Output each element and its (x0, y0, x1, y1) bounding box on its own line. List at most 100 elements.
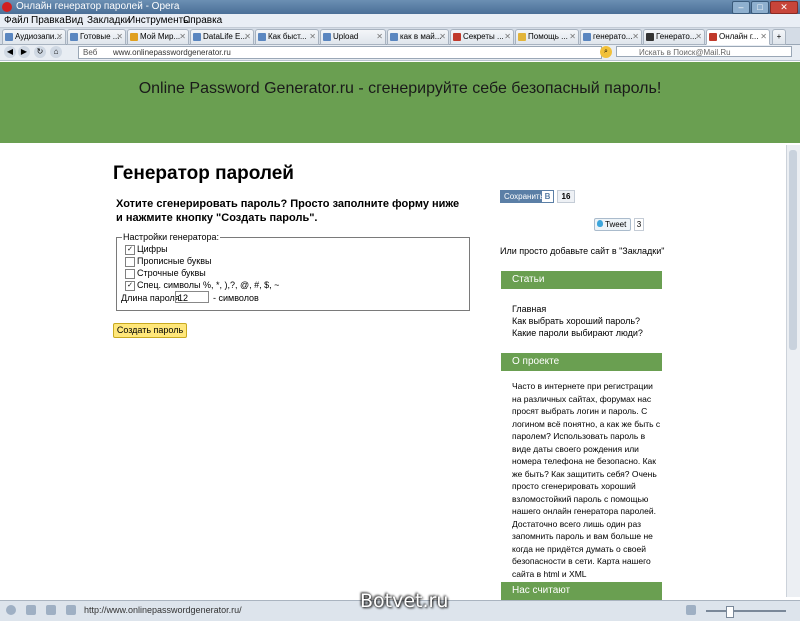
unite-icon[interactable] (46, 605, 56, 615)
menu-help[interactable]: Справка (183, 14, 222, 27)
tab-online-generator[interactable]: Онлайн г... ✕ (706, 29, 770, 45)
menu-file[interactable]: Файл (4, 14, 29, 27)
panel-icon[interactable] (6, 605, 16, 615)
tab-favicon-icon (646, 33, 654, 41)
search-input[interactable]: Искать в Поиск@Mail.Ru (616, 46, 792, 57)
status-url: http://www.onlinepasswordgenerator.ru/ (84, 605, 242, 615)
close-icon[interactable]: ✕ (770, 1, 798, 14)
reload-icon[interactable]: ↻ (34, 46, 46, 58)
tab-close-icon[interactable]: ✕ (116, 30, 123, 44)
article-link-people-passwords[interactable]: Какие пароли выбирают люди? (512, 328, 643, 338)
create-password-button[interactable]: Создать пароль (113, 323, 187, 338)
tab-generator-1[interactable]: генерато... ✕ (580, 29, 642, 45)
article-link-home[interactable]: Главная (512, 304, 546, 314)
tab-favicon-icon (70, 33, 78, 41)
tab-datalife[interactable]: DataLife E... ✕ (190, 29, 254, 45)
about-heading: О проекте (501, 353, 662, 371)
tab-audio[interactable]: Аудиозапи... ✕ (2, 29, 66, 45)
bookmark-hint: Или просто добавьте сайт в "Закладки" (500, 246, 665, 256)
length-label: Длина пароля (121, 293, 180, 303)
url-field[interactable]: Веб www.onlinepasswordgenerator.ru (78, 46, 602, 59)
tab-close-icon[interactable]: ✕ (376, 30, 383, 44)
tab-favicon-icon (5, 33, 13, 41)
tab-close-icon[interactable]: ✕ (439, 30, 446, 44)
window-title: Онлайн генератор паролей - Opera (16, 1, 180, 12)
page-title: Генератор паролей (113, 163, 294, 184)
tab-help[interactable]: Помощь ... ✕ (515, 29, 579, 45)
tab-label: генерато... (593, 32, 633, 41)
articles-heading: Статьи (501, 271, 662, 289)
banner-title: Online Password Generator.ru - сгенериру… (138, 80, 662, 97)
search-engine-icon[interactable]: ⌕ (600, 46, 612, 58)
tab-favicon-icon (258, 33, 266, 41)
tab-favicon-icon (323, 33, 331, 41)
tab-close-icon[interactable]: ✕ (309, 30, 316, 44)
lowercase-checkbox[interactable] (125, 269, 135, 279)
tab-close-icon[interactable]: ✕ (760, 30, 767, 44)
tab-label: Секреты ... (463, 32, 504, 41)
tab-bar: Аудиозапи... ✕ Готовые ... ✕ Мой Мир... ✕ D… (0, 28, 800, 45)
zoom-slider[interactable] (706, 610, 786, 612)
back-icon[interactable]: ◀ (4, 46, 16, 58)
tab-secrets[interactable]: Секреты ... ✕ (450, 29, 514, 45)
address-bar: ◀ ▶ ↻ ⌂ Веб www.onlinepasswordgenerator.r… (0, 45, 800, 61)
counters-heading: Нас считают (501, 582, 662, 600)
twitter-bird-icon (597, 220, 603, 227)
tab-close-icon[interactable]: ✕ (569, 30, 576, 44)
tab-how-fast[interactable]: Как быст... ✕ (255, 29, 319, 45)
about-text: Часто в интернете при регистрации на раз… (512, 381, 661, 579)
vk-count: 16 (557, 190, 575, 203)
uppercase-label: Прописные буквы (137, 256, 212, 266)
special-chars-label: Спец. символы %, *, ),?, @, #, $, ~ (137, 280, 280, 290)
tab-upload[interactable]: Upload ✕ (320, 29, 386, 45)
tab-label: Готовые ... (80, 32, 120, 41)
search-placeholder: Искать в Поиск@Mail.Ru (639, 48, 731, 57)
tab-label: Upload (333, 32, 359, 41)
home-icon[interactable]: ⌂ (50, 46, 62, 58)
cloud-icon[interactable] (26, 605, 36, 615)
tab-favicon-icon (518, 33, 526, 41)
page-subheading: Хотите сгенерировать пароль? Просто запо… (116, 198, 460, 224)
maximize-icon[interactable]: □ (751, 1, 769, 14)
scrollbar-thumb[interactable] (789, 150, 797, 350)
article-link-choose-password[interactable]: Как выбрать хороший пароль? (512, 316, 640, 326)
tab-favicon-icon (193, 33, 201, 41)
tab-label: Аудиозапи... (15, 32, 62, 41)
settings-legend: Настройки генератора: (122, 232, 221, 242)
window-title-bar: Онлайн генератор паролей - Opera – □ ✕ (0, 0, 800, 14)
tab-close-icon[interactable]: ✕ (695, 30, 702, 44)
tab-label: Помощь ... (528, 32, 568, 41)
tab-generator-2[interactable]: Генерато... ✕ (643, 29, 705, 45)
forward-icon[interactable]: ▶ (18, 46, 30, 58)
vk-icon: В (542, 191, 553, 202)
tab-favicon-icon (130, 33, 138, 41)
menu-edit[interactable]: Правка (31, 14, 65, 27)
tab-close-icon[interactable]: ✕ (244, 30, 251, 44)
tab-close-icon[interactable]: ✕ (179, 30, 186, 44)
tab-label: Онлайн г... (719, 32, 759, 41)
tab-close-icon[interactable]: ✕ (56, 30, 63, 44)
special-chars-checkbox[interactable]: ✓ (125, 281, 135, 291)
site-banner: Online Password Generator.ru - сгенериру… (0, 62, 800, 143)
tab-how-in-my[interactable]: как в май... ✕ (387, 29, 449, 45)
tab-favicon-icon (583, 33, 591, 41)
lowercase-label: Строчные буквы (137, 268, 206, 278)
view-icon[interactable] (686, 605, 696, 615)
digits-checkbox[interactable]: ✓ (125, 245, 135, 255)
digits-label: Цифры (137, 244, 168, 254)
menu-bookmarks[interactable]: Закладки (87, 14, 130, 27)
uppercase-checkbox[interactable] (125, 257, 135, 267)
tab-ready[interactable]: Готовые ... ✕ (67, 29, 126, 45)
length-input[interactable]: 12 (175, 291, 209, 303)
tab-my-world[interactable]: Мой Мир... ✕ (127, 29, 189, 45)
watermark: Botvet.ru (360, 590, 449, 612)
turbo-icon[interactable] (66, 605, 76, 615)
new-tab-button[interactable]: + (772, 29, 786, 45)
tab-close-icon[interactable]: ✕ (632, 30, 639, 44)
menu-view[interactable]: Вид (65, 14, 83, 27)
tab-close-icon[interactable]: ✕ (504, 30, 511, 44)
menu-tools[interactable]: Инструменты (128, 14, 190, 27)
minimize-icon[interactable]: – (732, 1, 750, 14)
zoom-slider-handle[interactable] (726, 606, 734, 618)
tab-favicon-icon (453, 33, 461, 41)
